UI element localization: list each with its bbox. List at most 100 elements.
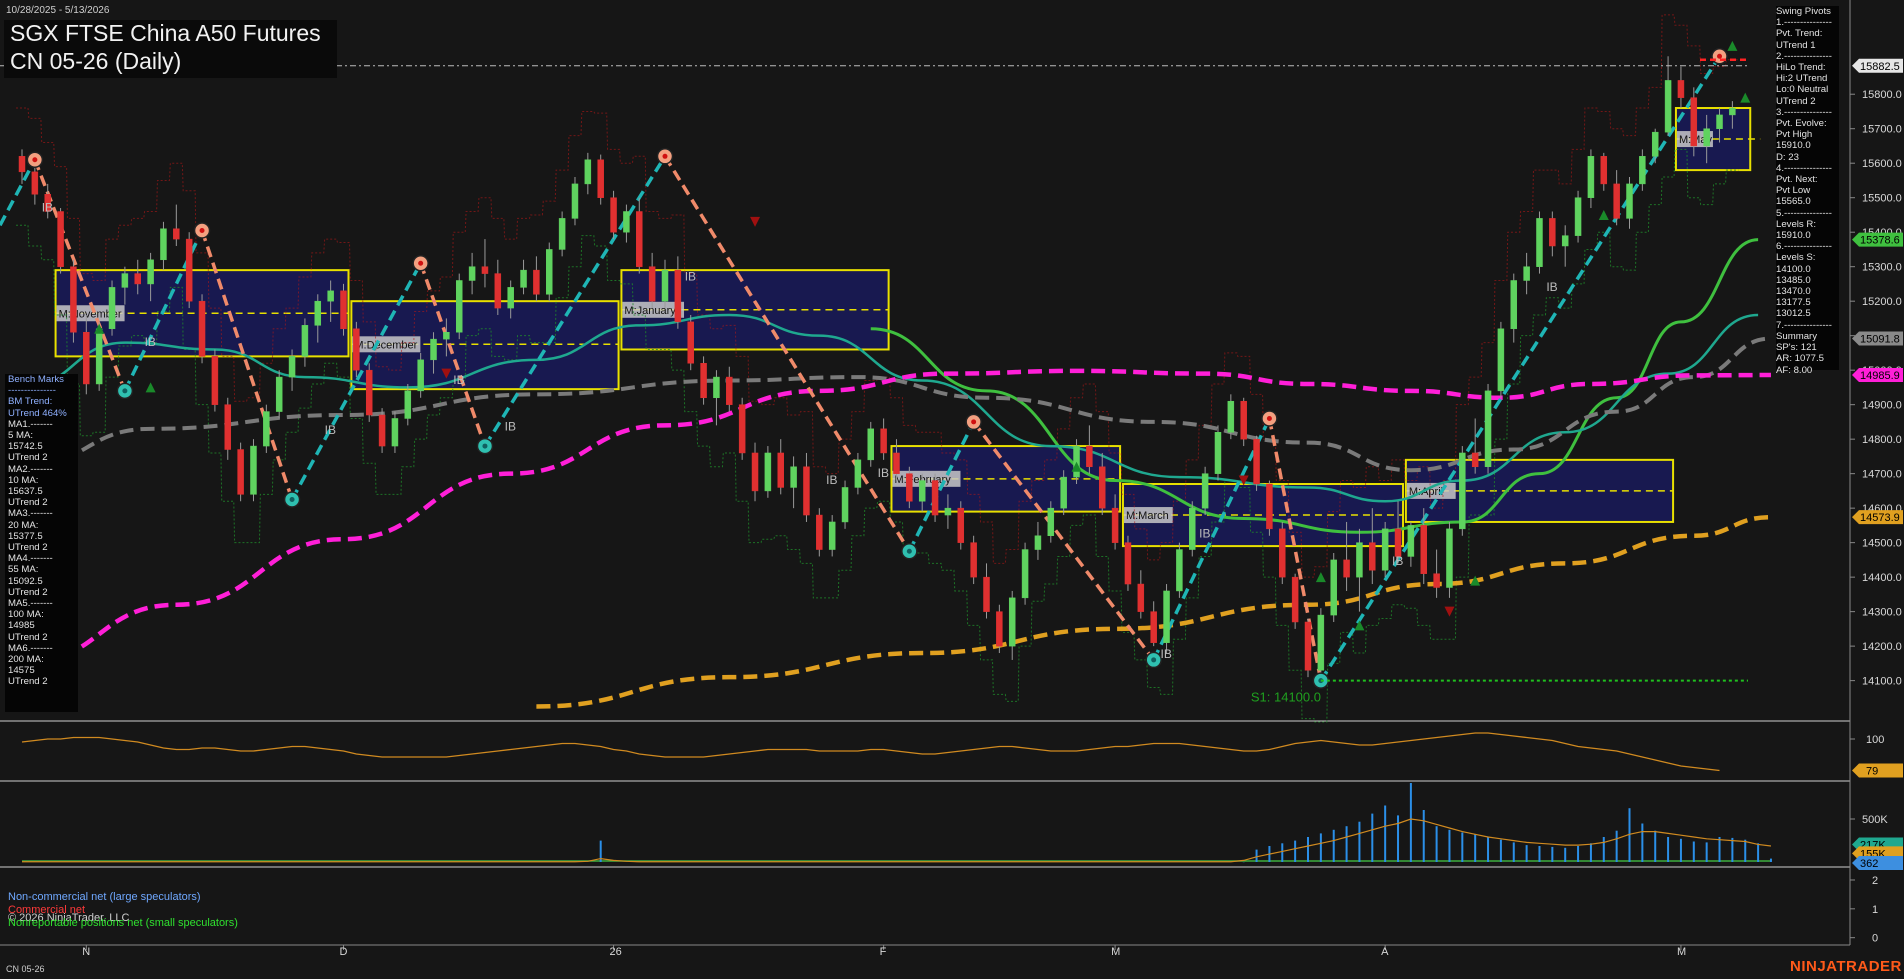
candle-body (121, 273, 129, 288)
price-marker-label: 15882.5 (1860, 61, 1900, 73)
candle-body (1240, 400, 1247, 440)
candle (211, 349, 219, 412)
price-tick-label: 15200.0 (1862, 296, 1902, 308)
candle-body (147, 259, 154, 285)
candle-body (1253, 438, 1260, 485)
candle (867, 421, 875, 467)
oscillator-tick-label: 100 (1866, 734, 1884, 746)
candle (1690, 87, 1698, 157)
candle-body (224, 404, 232, 450)
candle (1317, 608, 1325, 681)
candle (996, 604, 1003, 654)
candle (1253, 435, 1260, 491)
candle-body (1613, 183, 1620, 219)
candle-body (263, 411, 270, 447)
price-marker-label: 15378.6 (1860, 235, 1900, 247)
candle-body (1626, 183, 1633, 219)
candle-body (1008, 597, 1016, 647)
candle-body (353, 328, 360, 371)
candle (957, 501, 965, 550)
price-marker: 15091.8 (1852, 331, 1903, 346)
candle-body (648, 266, 656, 302)
ib-label: IB (1392, 554, 1403, 568)
candle (700, 356, 707, 405)
candle-body (314, 300, 322, 326)
panel-line: MA3.------- (8, 508, 53, 520)
panel-line: 15565.0 (1776, 196, 1811, 208)
panel-line: AR: 1077.5 (1776, 353, 1825, 365)
panel-line: UTrend 2 (8, 542, 48, 554)
price-tick-label: 15700.0 (1862, 124, 1902, 136)
candle-body (1523, 266, 1530, 281)
panel-line: 13470.0 (1776, 286, 1811, 298)
candle (687, 314, 694, 371)
panel-line: MA4.------- (8, 553, 53, 565)
candle (365, 363, 373, 422)
candle (816, 508, 823, 557)
panel-line: 10 MA: (8, 474, 39, 486)
price-chart[interactable]: M:NovemberM:DecemberM:JanuaryM:FebruaryM… (0, 0, 1904, 979)
candle (275, 370, 283, 419)
candle (1073, 439, 1080, 485)
panel-line: Hi:2 UTrend (1776, 73, 1828, 85)
swing-marker-core (662, 153, 668, 159)
volume-marker-label: 362 (1860, 858, 1878, 870)
candle-body (301, 325, 309, 357)
candle-body (417, 359, 424, 392)
panel-line: 13012.5 (1776, 308, 1811, 320)
candle (1163, 584, 1170, 654)
ib-label: IB (826, 473, 837, 487)
candle (340, 283, 347, 336)
price-marker-label: 14985.9 (1860, 370, 1900, 382)
candle (1291, 573, 1299, 629)
monthly-box-label: M:March (1123, 507, 1173, 524)
panel-line: 14985 (8, 620, 35, 632)
candle-body (1098, 466, 1106, 509)
candle-body (1664, 80, 1672, 133)
panel-line: MA6.------- (8, 642, 53, 654)
ninjatrader-logo: NINJATRADER (1790, 958, 1902, 975)
candle-body (738, 404, 746, 454)
candle-body (558, 218, 566, 250)
panel-line: UTrend 464% (8, 407, 67, 419)
panel-line: UTrend 2 (1776, 95, 1816, 107)
candle-body (546, 249, 553, 295)
candle-body (198, 300, 206, 357)
candle (1240, 397, 1247, 447)
candle-body (533, 269, 540, 295)
panel-line: MA1.------- (8, 418, 53, 430)
candle-body (867, 428, 875, 461)
candle-body (468, 266, 476, 281)
candle-body (661, 269, 669, 302)
candle-body (1690, 97, 1698, 147)
candle (198, 294, 206, 364)
candle-body (764, 452, 772, 492)
candle (417, 352, 424, 398)
candle-body (275, 376, 283, 412)
swing-marker-core (32, 157, 38, 163)
candle-body (1639, 156, 1646, 185)
date-range: 10/28/2025 - 5/13/2026 (6, 5, 110, 16)
price-tick-label: 14900.0 (1862, 400, 1902, 412)
candle-body (1446, 528, 1453, 588)
panel-line: Pvt Low (1776, 185, 1811, 197)
panel-line: 15092.5 (8, 575, 43, 587)
swing-pivots-panel: Swing Pivots 1.--------------- Pvt. Trend:… (1776, 6, 1839, 376)
panel-line: 100 MA: (8, 609, 44, 621)
monthly-box-label-text: M:January (624, 305, 676, 317)
candle (1330, 552, 1337, 622)
candle-body (481, 266, 489, 274)
candle-body (1343, 559, 1350, 578)
candle-body (95, 328, 103, 385)
panel-line: 3.--------------- (1776, 106, 1832, 118)
panel-line: 15637.5 (8, 486, 43, 498)
candle-body (57, 211, 64, 267)
panel-line: Bench Marks (8, 374, 64, 385)
candle-body (1716, 114, 1723, 129)
swing-marker-core (1266, 415, 1272, 421)
candle-body (288, 356, 296, 378)
panel-line: MA2.------- (8, 463, 53, 475)
candle-body (957, 507, 965, 543)
candle (546, 242, 553, 302)
candle-body (1176, 549, 1183, 592)
